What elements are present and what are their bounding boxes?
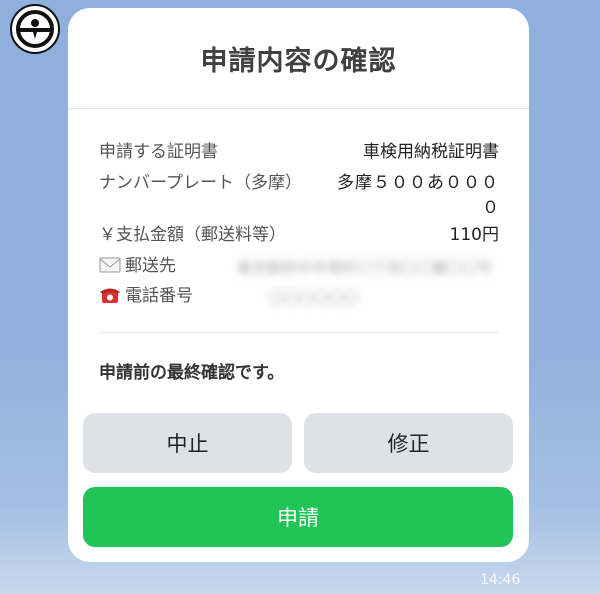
dialog-title: 申請内容の確認 (200, 45, 397, 77)
envelope-icon (99, 257, 121, 273)
address-label: 郵送先 (125, 256, 176, 276)
number-plate-value-line1: 多摩５００あ０００ (337, 173, 499, 193)
dialog-header: 申請内容の確認 (68, 8, 529, 109)
final-notice: 申請前の最終確認です。 (99, 363, 285, 383)
divider (99, 332, 499, 333)
certificate-value: 車検用納税証明書 (363, 142, 499, 162)
phone-value-blurred: 〇〇〇〇〇〇 (269, 289, 360, 307)
certificate-label: 申請する証明書 (99, 142, 218, 162)
phone-label: 電話番号 (125, 286, 193, 306)
avatar[interactable] (10, 4, 60, 54)
address-label-wrap: 郵送先 (99, 253, 176, 280)
number-plate-label: ナンバープレート（多摩） (99, 173, 302, 193)
payment-value: 110円 (449, 225, 499, 245)
edit-button[interactable]: 修正 (304, 413, 513, 473)
telephone-icon (100, 288, 120, 303)
message-timestamp: 14:46 (480, 572, 521, 588)
address-value-blurred: 東京都府中市寿町〇丁目〇〇番〇〇号 (237, 259, 493, 277)
number-plate-value-line2: ０ (482, 198, 499, 218)
confirmation-dialog: 申請内容の確認 申請する証明書 車検用納税証明書 ナンバープレート（多摩） 多摩… (68, 8, 529, 562)
phone-label-wrap: 電話番号 (99, 283, 193, 310)
payment-label: ￥支払金額（郵送料等） (99, 225, 286, 245)
submit-button[interactable]: 申請 (83, 487, 513, 547)
row-number-plate: ナンバープレート（多摩） 多摩５００あ０００ ０ (99, 170, 499, 226)
cancel-button[interactable]: 中止 (83, 413, 292, 473)
avatar-logo-icon (16, 10, 54, 48)
